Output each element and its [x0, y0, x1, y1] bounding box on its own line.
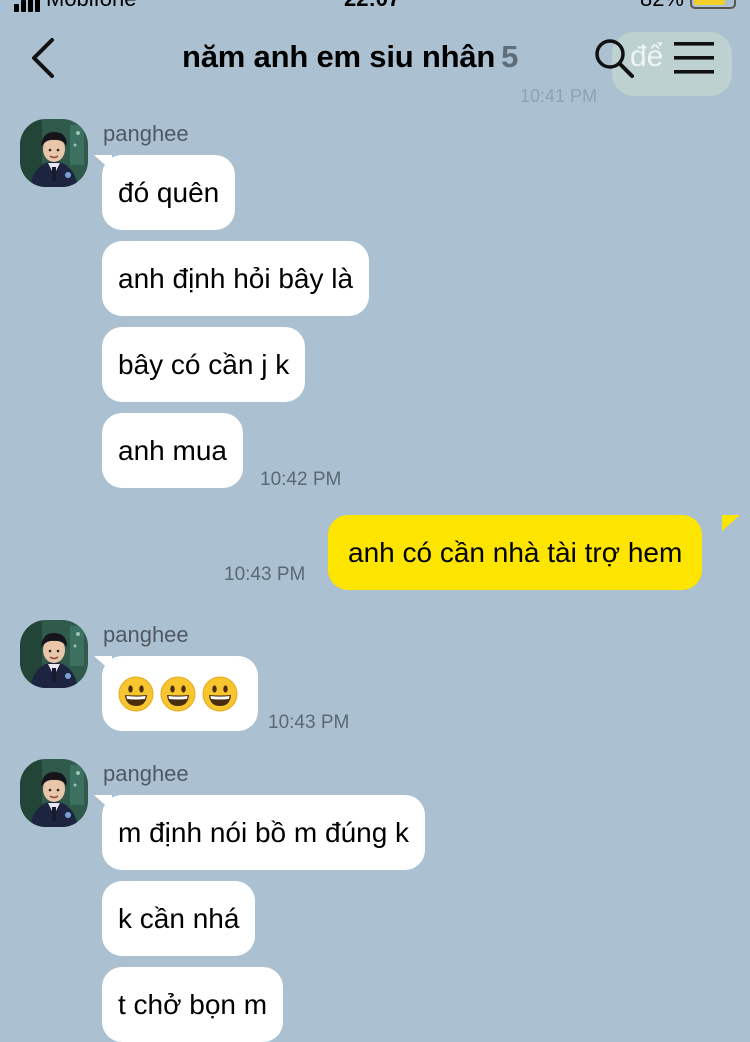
message-bubble[interactable]: anh định hỏi bây là: [102, 241, 370, 316]
grinning-face-icon: [202, 676, 238, 712]
message-bubble[interactable]: t chở bọn m: [102, 967, 284, 1042]
message-time: 10:43 PM: [268, 712, 350, 733]
message-bubble[interactable]: bây có cần j k: [102, 327, 306, 402]
sender-name: panghee: [103, 761, 189, 786]
chat-title-text: năm anh em siu nhân: [182, 39, 496, 74]
avatar[interactable]: [20, 119, 88, 187]
message-time: 10:43 PM: [224, 564, 306, 585]
message-bubble[interactable]: đó quên: [102, 155, 236, 230]
message-bubble[interactable]: m định nói bồ m đúng k: [102, 795, 426, 870]
grinning-face-icon: [160, 676, 196, 712]
bubble-tail: [722, 515, 740, 531]
avatar[interactable]: [20, 759, 88, 827]
sender-name: panghee: [103, 622, 189, 647]
grinning-face-icon: [118, 676, 154, 712]
sender-name: panghee: [103, 121, 189, 146]
message-list[interactable]: panghee đó quên anh định hỏi bây là bây …: [0, 0, 750, 1042]
message-time: 10:42 PM: [260, 469, 342, 490]
avatar[interactable]: [20, 620, 88, 688]
emoji-row: [118, 656, 242, 731]
message-bubble-outgoing[interactable]: anh có cần nhà tài trợ hem: [328, 515, 703, 590]
hamburger-menu-icon: [674, 42, 714, 74]
menu-button[interactable]: [668, 36, 720, 80]
message-bubble[interactable]: anh mua: [102, 413, 243, 488]
message-bubble[interactable]: [102, 656, 258, 731]
search-button[interactable]: [592, 36, 636, 80]
back-button[interactable]: [22, 36, 66, 80]
search-icon: [595, 39, 634, 78]
message-bubble[interactable]: k cần nhá: [102, 881, 256, 956]
member-count: 5: [501, 39, 519, 74]
chat-header: để 10:41 PM năm anh em siu nhân 5: [0, 22, 750, 106]
chevron-left-icon: [32, 38, 54, 78]
chat-title: năm anh em siu nhân 5: [182, 39, 518, 75]
